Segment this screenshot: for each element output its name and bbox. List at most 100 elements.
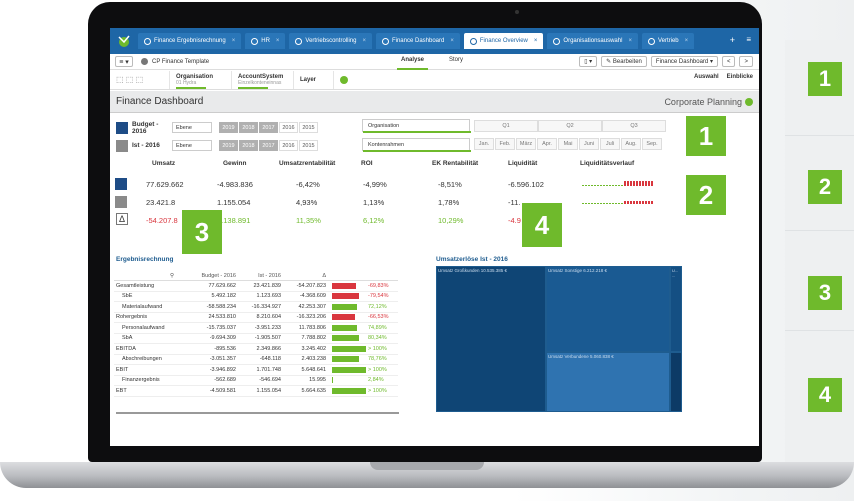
table-row[interactable]: SbE 5.492.182 1.123.693 -4.368.609 -79,54% <box>114 292 398 302</box>
ebene-field[interactable]: Ebene <box>172 140 212 151</box>
close-icon[interactable]: × <box>534 38 538 44</box>
spark-bar <box>621 203 623 204</box>
close-icon[interactable]: × <box>450 38 454 44</box>
table-row[interactable]: Finanzergebnis -562.689 -546.694 15.995 2,84… <box>114 376 398 386</box>
quarter-filter[interactable]: Q3 <box>602 120 666 132</box>
tab-label: Vertrieb <box>657 38 679 44</box>
table-row[interactable]: EBIT -3.946.892 1.701.748 5.648.641 > 100% <box>114 365 398 376</box>
sheet-label: Finance Dashboard <box>655 58 709 65</box>
month-filter[interactable]: Aug. <box>621 138 641 150</box>
month-filter[interactable]: März <box>516 138 536 150</box>
positive-bar <box>332 335 360 342</box>
organisation-label: Organisation <box>368 122 400 129</box>
sheet-icon <box>553 37 561 45</box>
tab-6[interactable]: Vertrieb × <box>641 33 695 49</box>
table-row[interactable]: EBITDA -895.536 2.349.866 3.245.402 > 100% <box>114 344 398 355</box>
callout-badge-4-side: 4 <box>808 378 842 412</box>
spark-bar <box>636 181 638 186</box>
treemap-cell[interactable]: Umsatz Sonstige 6.212.218 € <box>546 266 670 352</box>
treemap-cell[interactable]: Umsatz Verbundene 5.060.838 € <box>546 352 670 412</box>
spark-bar <box>633 201 635 204</box>
menu-icon[interactable]: ≡ <box>746 35 751 44</box>
tab-4[interactable]: Finance Overview × <box>463 33 544 49</box>
spark-bar <box>618 203 620 204</box>
month-filter[interactable]: Jan. <box>474 138 494 150</box>
selection-organisation[interactable]: Organisation 01 Hydra <box>170 70 232 89</box>
month-filter[interactable]: Sep. <box>642 138 662 150</box>
year-filter[interactable]: 2019 <box>219 140 238 151</box>
search-icon[interactable]: ⚲ <box>114 273 194 279</box>
close-icon[interactable]: × <box>276 38 280 44</box>
selection-accountsystem[interactable]: AccountSystem Einzelkonteneinnas <box>232 70 294 89</box>
einblicke-button[interactable]: Einblicke <box>727 74 753 80</box>
kpi-value: 6.138.891 <box>217 216 251 225</box>
auswahl-button[interactable]: Auswahl <box>694 74 719 80</box>
tab-1[interactable]: HR × <box>245 33 286 49</box>
new-tab-icon[interactable]: + <box>730 35 735 45</box>
year-filter[interactable]: 2015 <box>299 122 318 133</box>
quarter-filter[interactable]: Q2 <box>538 120 602 132</box>
year-filter[interactable]: 2018 <box>239 140 258 151</box>
tab-3[interactable]: Finance Dashboard × <box>375 33 460 49</box>
close-icon[interactable]: × <box>628 38 632 44</box>
positive-bar <box>332 324 358 331</box>
close-icon[interactable]: × <box>685 38 689 44</box>
ebene-field[interactable]: Ebene <box>172 122 212 133</box>
sheet-selector[interactable]: Finance Dashboard ▾ <box>650 56 718 67</box>
table-row[interactable]: Rohergebnis 24.533.810 8.210.604 -16.323.20… <box>114 313 398 323</box>
column-header[interactable]: Δ <box>284 273 329 279</box>
tab-0[interactable]: Finance Ergebnisrechnung × <box>138 33 242 49</box>
bookmark-button[interactable]: ▯ ▾ <box>579 56 598 67</box>
tab-story[interactable]: Story <box>449 57 463 63</box>
umsatz-treemap[interactable]: Umsatz Großkunden 10.535.385 € Umsatz So… <box>436 266 682 412</box>
kontenrahmen-filter[interactable]: Kontenrahmen <box>362 138 471 152</box>
selection-tools[interactable]: ⬚ ⬚ ⬚ <box>110 70 170 89</box>
column-header[interactable]: Budget - 2016 <box>194 273 239 279</box>
table-row[interactable]: Materialaufwand -58.588.234 -16.334.927 42.… <box>114 302 398 313</box>
month-filter[interactable]: Apr. <box>537 138 557 150</box>
month-filter[interactable]: Juni <box>579 138 599 150</box>
tab-2[interactable]: Vertriebscontrolling × <box>289 33 372 49</box>
table-row[interactable]: Abschreibungen -3.051.357 -648.118 2.403.23… <box>114 355 398 365</box>
prev-sheet-button[interactable]: < <box>721 56 736 67</box>
year-filter[interactable]: 2019 <box>219 122 238 133</box>
month-filter[interactable]: Mai <box>558 138 578 150</box>
table-row[interactable]: SbA -9.694.309 -1.905.507 7.788.802 80,34% <box>114 334 398 344</box>
edit-button[interactable]: ✎ Bearbeiten <box>601 56 647 67</box>
month-filter[interactable]: Feb. <box>495 138 515 150</box>
year-filter[interactable]: 2017 <box>259 140 278 151</box>
selection-layer[interactable]: Layer <box>294 70 334 89</box>
tab-analyse[interactable]: Analyse <box>396 57 429 70</box>
horizontal-scrollbar[interactable] <box>116 412 399 414</box>
treemap-cell[interactable] <box>670 352 682 412</box>
treemap-cell[interactable]: Umsatz Großkunden 10.535.385 € <box>436 266 546 412</box>
browser-tab-bar: Finance Ergebnisrechnung × HR × Vertriebscon… <box>110 28 759 54</box>
year-filter[interactable]: 2018 <box>239 122 258 133</box>
month-filter[interactable]: Juli <box>600 138 620 150</box>
kpi-header: Umsatz <box>152 160 176 167</box>
close-icon[interactable]: × <box>232 38 236 44</box>
row-label: SbE <box>122 293 133 300</box>
delta-percent: > 100% <box>368 387 387 394</box>
delta-cell: 3.245.402 <box>301 345 326 352</box>
year-filter[interactable]: 2017 <box>259 122 278 133</box>
spark-bar <box>585 203 587 204</box>
organisation-filter[interactable]: Organisation <box>362 119 471 133</box>
table-row[interactable]: Personalaufwand -15.735.037 -3.951.233 11.7… <box>114 323 398 334</box>
delta-bar-cell: > 100% <box>332 366 398 374</box>
table-row[interactable]: Gesamtleistung 77.629.662 23.421.839 -54.20… <box>114 281 398 292</box>
year-filter[interactable]: 2016 <box>279 140 298 151</box>
quarter-filter[interactable]: Q1 <box>474 120 538 132</box>
year-filter[interactable]: 2015 <box>299 140 318 151</box>
column-header[interactable]: Ist - 2016 <box>239 273 284 279</box>
hamburger-menu-button[interactable]: ≡ ▾ <box>115 56 133 67</box>
selections-bar: ⬚ ⬚ ⬚ Organisation 01 Hydra AccountSyste… <box>110 70 759 90</box>
table-row[interactable]: EBT -4.509.581 1.155.054 5.664.635 > 100% <box>114 386 398 397</box>
laptop-base <box>0 462 854 488</box>
close-icon[interactable]: × <box>362 38 366 44</box>
tab-5[interactable]: Organisationsauswahl × <box>547 33 638 49</box>
more-selections-icon[interactable] <box>340 75 348 84</box>
next-sheet-button[interactable]: > <box>739 56 753 67</box>
treemap-cell[interactable]: U... ... <box>670 266 682 352</box>
year-filter[interactable]: 2016 <box>279 122 298 133</box>
